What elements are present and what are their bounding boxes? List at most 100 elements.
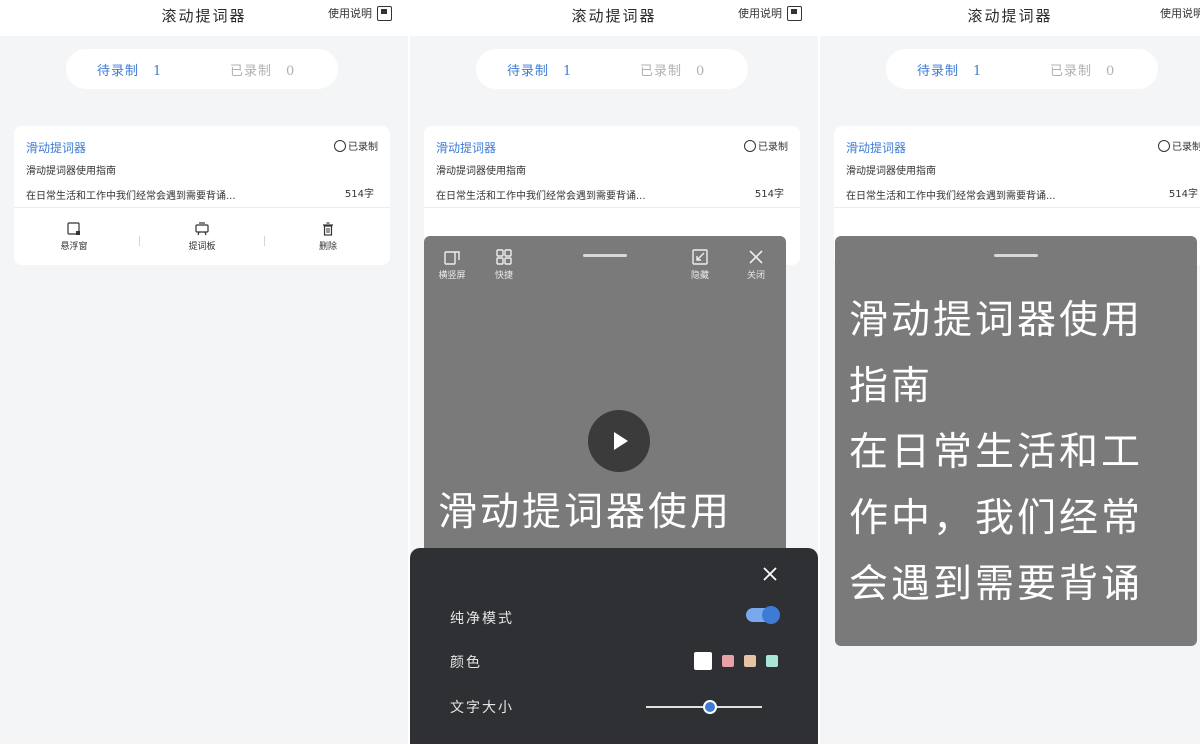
tool-label: 关闭 (746, 271, 765, 281)
tab-pending[interactable]: 待录制 1 (97, 60, 162, 79)
tab-count: 1 (153, 64, 163, 79)
record-status-tabs: 待录制 1 已录制 0 (66, 49, 338, 89)
help-button[interactable]: 使用说明 (328, 5, 392, 21)
script-subtitle: 滑动提词器使用指南 (26, 166, 116, 177)
tab-recorded[interactable]: 已录制 0 (230, 60, 295, 79)
clean-mode-toggle[interactable] (746, 606, 780, 624)
script-title: 滑动提词器 (26, 141, 87, 155)
trash-icon (323, 222, 333, 236)
tool-label: 横竖屏 (438, 271, 466, 281)
card-divider (834, 207, 1200, 208)
tab-label: 已录制 (640, 64, 683, 79)
circle-icon (1158, 139, 1170, 152)
font-size-slider[interactable] (646, 700, 762, 714)
clean-mode-label: 纯净模式 (450, 611, 514, 627)
prompter-board-button[interactable]: 提词板 (172, 222, 232, 252)
settings-sheet: 纯净模式 颜色 文字大小 (410, 548, 818, 744)
recorded-checkbox[interactable]: 已录制 (334, 138, 378, 153)
app-header: 滚动提词器 使用说明 (820, 0, 1200, 36)
circle-icon (334, 139, 346, 152)
tab-label: 待录制 (917, 64, 960, 79)
tool-label: 快捷 (494, 271, 513, 281)
tab-count: 0 (1106, 64, 1116, 79)
script-preview: 在日常生活和工作中我们经常会遇到需要背诵... (26, 191, 236, 202)
circle-icon (744, 139, 756, 152)
record-status-tabs: 待录制 1 已录制 0 (476, 49, 748, 89)
slider-knob[interactable] (702, 700, 717, 714)
grid-icon (496, 249, 512, 265)
app-header: 滚动提词器 使用说明 (0, 0, 408, 36)
font-size-label: 文字大小 (450, 700, 514, 716)
script-subtitle: 滑动提词器使用指南 (846, 166, 936, 177)
recorded-label: 已录制 (348, 142, 378, 153)
save-icon (377, 5, 392, 21)
rotate-screen-icon (444, 251, 460, 265)
action-label: 删除 (318, 242, 337, 252)
recorded-checkbox[interactable]: 已录制 (1158, 138, 1200, 153)
help-button[interactable]: 使用说明 (1160, 5, 1200, 21)
minimize-icon (692, 249, 708, 265)
script-title: 滑动提词器 (436, 141, 497, 155)
word-count: 514字 (344, 189, 374, 200)
card-divider (424, 207, 800, 208)
close-icon[interactable] (762, 566, 778, 582)
tab-label: 待录制 (97, 64, 140, 79)
page-title: 滚动提词器 (967, 7, 1053, 25)
floating-window-button[interactable]: 悬浮窗 (44, 222, 104, 252)
color-label: 颜色 (450, 655, 482, 671)
tab-count: 0 (286, 64, 296, 79)
floating-prompter-window[interactable]: 滑动提词器使用 指南 在日常生活和工 作中，我们经常 会遇到需要背诵 (835, 236, 1197, 646)
record-status-tabs: 待录制 1 已录制 0 (886, 49, 1158, 89)
close-icon (749, 250, 763, 264)
card-actions: 悬浮窗 提词板 删除 (14, 222, 390, 258)
help-label: 使用说明 (328, 7, 372, 20)
tab-label: 已录制 (1050, 64, 1093, 79)
tab-pending[interactable]: 待录制 1 (507, 60, 572, 79)
color-swatches (694, 652, 778, 670)
tab-pending[interactable]: 待录制 1 (917, 60, 982, 79)
board-icon (195, 222, 209, 236)
tab-recorded[interactable]: 已录制 0 (640, 60, 705, 79)
tab-count: 1 (563, 64, 573, 79)
recorded-label: 已录制 (1172, 142, 1200, 153)
tab-label: 待录制 (507, 64, 550, 79)
color-swatch[interactable] (766, 655, 778, 667)
card-divider (14, 207, 390, 208)
drag-handle[interactable] (994, 254, 1038, 257)
color-swatch[interactable] (694, 652, 712, 670)
screenshot-stage: 滚动提词器 使用说明 待录制 1 已录制 0 滑动提词器 已录制 滑动提词器使用指南… (0, 0, 1200, 744)
color-swatch[interactable] (744, 655, 756, 667)
floating-window-icon (67, 222, 80, 235)
phone-screen-prompter-settings: 滚动提词器 使用说明 待录制 1 已录制 0 滑动提词器 已录制 滑动提词器使用指南… (410, 0, 818, 744)
save-icon (787, 5, 802, 21)
help-label: 使用说明 (1160, 7, 1200, 20)
phone-screen-clean-mode: 滚动提词器 使用说明 待录制 1 已录制 0 滑动提词器 已录制 滑动提词器使用指南… (820, 0, 1200, 744)
word-count: 514字 (754, 189, 784, 200)
help-label: 使用说明 (738, 7, 782, 20)
hide-button[interactable]: 隐藏 (682, 248, 718, 281)
rotate-screen-button[interactable]: 横竖屏 (430, 248, 474, 281)
tool-label: 隐藏 (690, 271, 709, 281)
tab-count: 0 (696, 64, 706, 79)
floating-prompter-window[interactable]: 横竖屏 快捷 隐藏 关闭 滑动提词器使用 (424, 236, 786, 566)
script-card[interactable]: 滑动提词器 已录制 滑动提词器使用指南 在日常生活和工作中我们经常会遇到需要背诵… (14, 126, 390, 265)
script-subtitle: 滑动提词器使用指南 (436, 166, 526, 177)
help-button[interactable]: 使用说明 (738, 5, 802, 21)
app-header: 滚动提词器 使用说明 (410, 0, 818, 36)
delete-button[interactable]: 删除 (298, 222, 358, 252)
prompter-text: 滑动提词器使用 (438, 490, 733, 535)
action-label: 提词板 (188, 242, 216, 252)
tab-label: 已录制 (230, 64, 273, 79)
tab-recorded[interactable]: 已录制 0 (1050, 60, 1115, 79)
play-button[interactable] (588, 410, 650, 472)
prompter-text: 滑动提词器使用 指南 在日常生活和工 作中，我们经常 会遇到需要背诵 (849, 298, 1144, 607)
recorded-checkbox[interactable]: 已录制 (744, 138, 788, 153)
shortcut-button[interactable]: 快捷 (486, 248, 522, 281)
script-preview: 在日常生活和工作中我们经常会遇到需要背诵... (846, 191, 1056, 202)
close-window-button[interactable]: 关闭 (738, 248, 774, 281)
color-swatch[interactable] (722, 655, 734, 667)
recorded-label: 已录制 (758, 142, 788, 153)
script-title: 滑动提词器 (846, 141, 907, 155)
phone-screen-list: 滚动提词器 使用说明 待录制 1 已录制 0 滑动提词器 已录制 滑动提词器使用指南… (0, 0, 408, 744)
drag-handle[interactable] (583, 254, 627, 257)
